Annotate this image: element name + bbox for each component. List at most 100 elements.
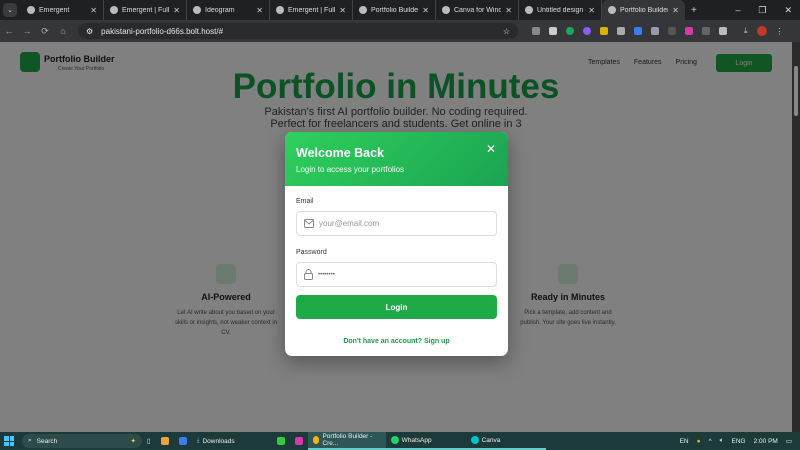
copilot-sparkle-icon: ✦ [130,438,136,445]
app-icon[interactable] [156,432,174,450]
windows-start-icon[interactable] [4,436,14,446]
extension-icon[interactable] [702,27,710,35]
password-field[interactable]: •••••••• [296,262,497,287]
menu-icon[interactable]: ⋮ [776,27,784,36]
nav-features[interactable]: Features [634,59,662,66]
favicon-icon [27,6,35,14]
forward-button[interactable]: → [18,26,36,36]
search-icon: ⌕ [28,437,32,444]
download-folder-icon: ⤓ [196,437,200,444]
close-tab-icon[interactable]: ✕ [90,6,97,15]
feature-icon [216,264,236,284]
chevron-up-icon[interactable]: ^ [709,438,712,445]
extension-icon[interactable] [583,27,591,35]
extensions-puzzle-icon[interactable] [719,27,727,35]
taskbar-downloads[interactable]: ⤓ Downloads [192,432,272,450]
hero-title: Portfolio in Minutes [232,67,560,106]
taskbar-chrome[interactable]: Portfolio Builder - Cre... [307,432,386,450]
browser-tab[interactable]: Emergent | Fullsta✕ [270,0,353,20]
scrollbar-thumb[interactable] [794,66,798,116]
taskbar-whatsapp[interactable]: WhatsApp [385,432,466,450]
extension-icon[interactable] [617,27,625,35]
app-icon[interactable] [272,432,290,450]
new-tab-button[interactable]: + [691,5,697,16]
browser-tab[interactable]: Untitled design - ✕ [519,0,602,20]
password-label: Password [296,249,327,256]
home-button[interactable]: ⌂ [54,26,72,36]
task-view-icon[interactable]: ▯ [142,432,156,450]
feature-card: Ready in Minutes Pick a template, add con… [514,252,622,357]
instagram-icon[interactable] [290,432,308,450]
lock-icon [304,269,313,280]
browser-tab[interactable]: Emergent | Fullsta✕ [104,0,187,20]
close-tab-icon[interactable]: ✕ [588,6,595,15]
modal-header: Welcome Back Login to access your portfo… [285,132,508,186]
site-info-icon[interactable]: ⚙ [86,27,93,36]
close-tab-icon[interactable]: ✕ [256,6,263,15]
email-field[interactable]: your@email.com [296,211,497,236]
close-tab-icon[interactable]: ✕ [505,6,512,15]
address-bar: ← → ⟳ ⌂ ⚙ pakistani-portfolio-d66s.bolt.… [0,20,800,42]
extension-icon[interactable] [668,27,676,35]
extensions: ⤓ ⋮ [532,26,784,36]
extension-icon[interactable] [549,27,557,35]
maximize-button[interactable]: ❐ [758,5,766,16]
favicon-icon [193,6,201,14]
volume-icon[interactable]: 🔈︎ [720,437,724,445]
browser-tab[interactable]: Ideogram ✕ [187,0,270,20]
url-input[interactable]: ⚙ pakistani-portfolio-d66s.bolt.host/# ☆ [78,23,518,39]
extension-icon[interactable] [532,27,540,35]
download-icon[interactable]: ⤓ [744,26,748,36]
taskbar-search[interactable]: ⌕ Search ✦ [22,434,142,448]
login-modal: Welcome Back Login to access your portfo… [285,132,508,356]
close-tab-icon[interactable]: ✕ [422,6,429,15]
scrollbar[interactable] [792,42,800,432]
close-icon[interactable]: ✕ [486,142,496,156]
nav-templates[interactable]: Templates [588,59,620,66]
taskbar-canva[interactable]: Canva [465,432,546,450]
favicon-icon [110,6,118,14]
close-tab-icon[interactable]: ✕ [339,6,346,15]
hero-subtitle: Pakistan's first AI portfolio builder. N… [264,106,528,130]
reload-button[interactable]: ⟳ [36,26,54,37]
bookmark-star-icon[interactable]: ☆ [503,27,510,36]
extension-icon[interactable] [634,27,642,35]
favicon-icon [442,6,450,14]
nav-pricing[interactable]: Pricing [676,59,697,66]
tab-bar: ⌄ Emergent✕Emergent | Fullsta✕Ideogram✕E… [0,0,800,20]
extension-icon[interactable] [566,27,574,35]
weather-icon[interactable]: ● [697,438,701,445]
signup-link[interactable]: Don't have an account? Sign up [296,338,497,345]
browser-tab[interactable]: Portfolio Builder -✕ [602,0,685,20]
extension-icon[interactable] [651,27,659,35]
favicon-icon [359,6,367,14]
favicon-icon [608,6,616,14]
login-button[interactable]: Login [296,295,497,319]
feature-card: AI-Powered Let AI write about you based o… [172,252,280,357]
notification-icon[interactable]: ▭ [786,437,792,445]
modal-title: Welcome Back [296,146,385,160]
close-tab-icon[interactable]: ✕ [672,6,679,15]
email-label: Email [296,198,314,205]
extension-icon[interactable] [685,27,693,35]
tab-search-button[interactable]: ⌄ [3,3,17,17]
close-window-button[interactable]: ✕ [784,5,792,16]
extension-icon[interactable] [600,27,608,35]
profile-avatar[interactable] [756,26,767,36]
app-icon[interactable] [174,432,192,450]
favicon-icon [276,6,284,14]
close-tab-icon[interactable]: ✕ [173,6,180,15]
modal-subtitle: Login to access your portfolios [296,165,405,174]
feature-icon [558,264,578,284]
taskbar: ⌕ Search ✦ ▯ ⤓ Downloads Portfolio Builder … [0,432,800,450]
browser-tab[interactable]: Emergent ✕ [21,0,104,20]
back-button[interactable]: ← [0,26,18,36]
browser-tab[interactable]: Canva for Window✕ [436,0,519,20]
system-tray: EN ● ^ 🔈︎ ENG 2:00 PM ▭ [679,437,792,445]
minimize-button[interactable]: – [735,5,740,16]
web-page: Portfolio Builder Create Your Portfolio … [0,42,792,432]
browser-tab[interactable]: Portfolio Builder -✕ [353,0,436,20]
favicon-icon [525,6,533,14]
mail-icon [304,219,314,228]
nav-links: Templates Features Pricing [588,59,697,66]
